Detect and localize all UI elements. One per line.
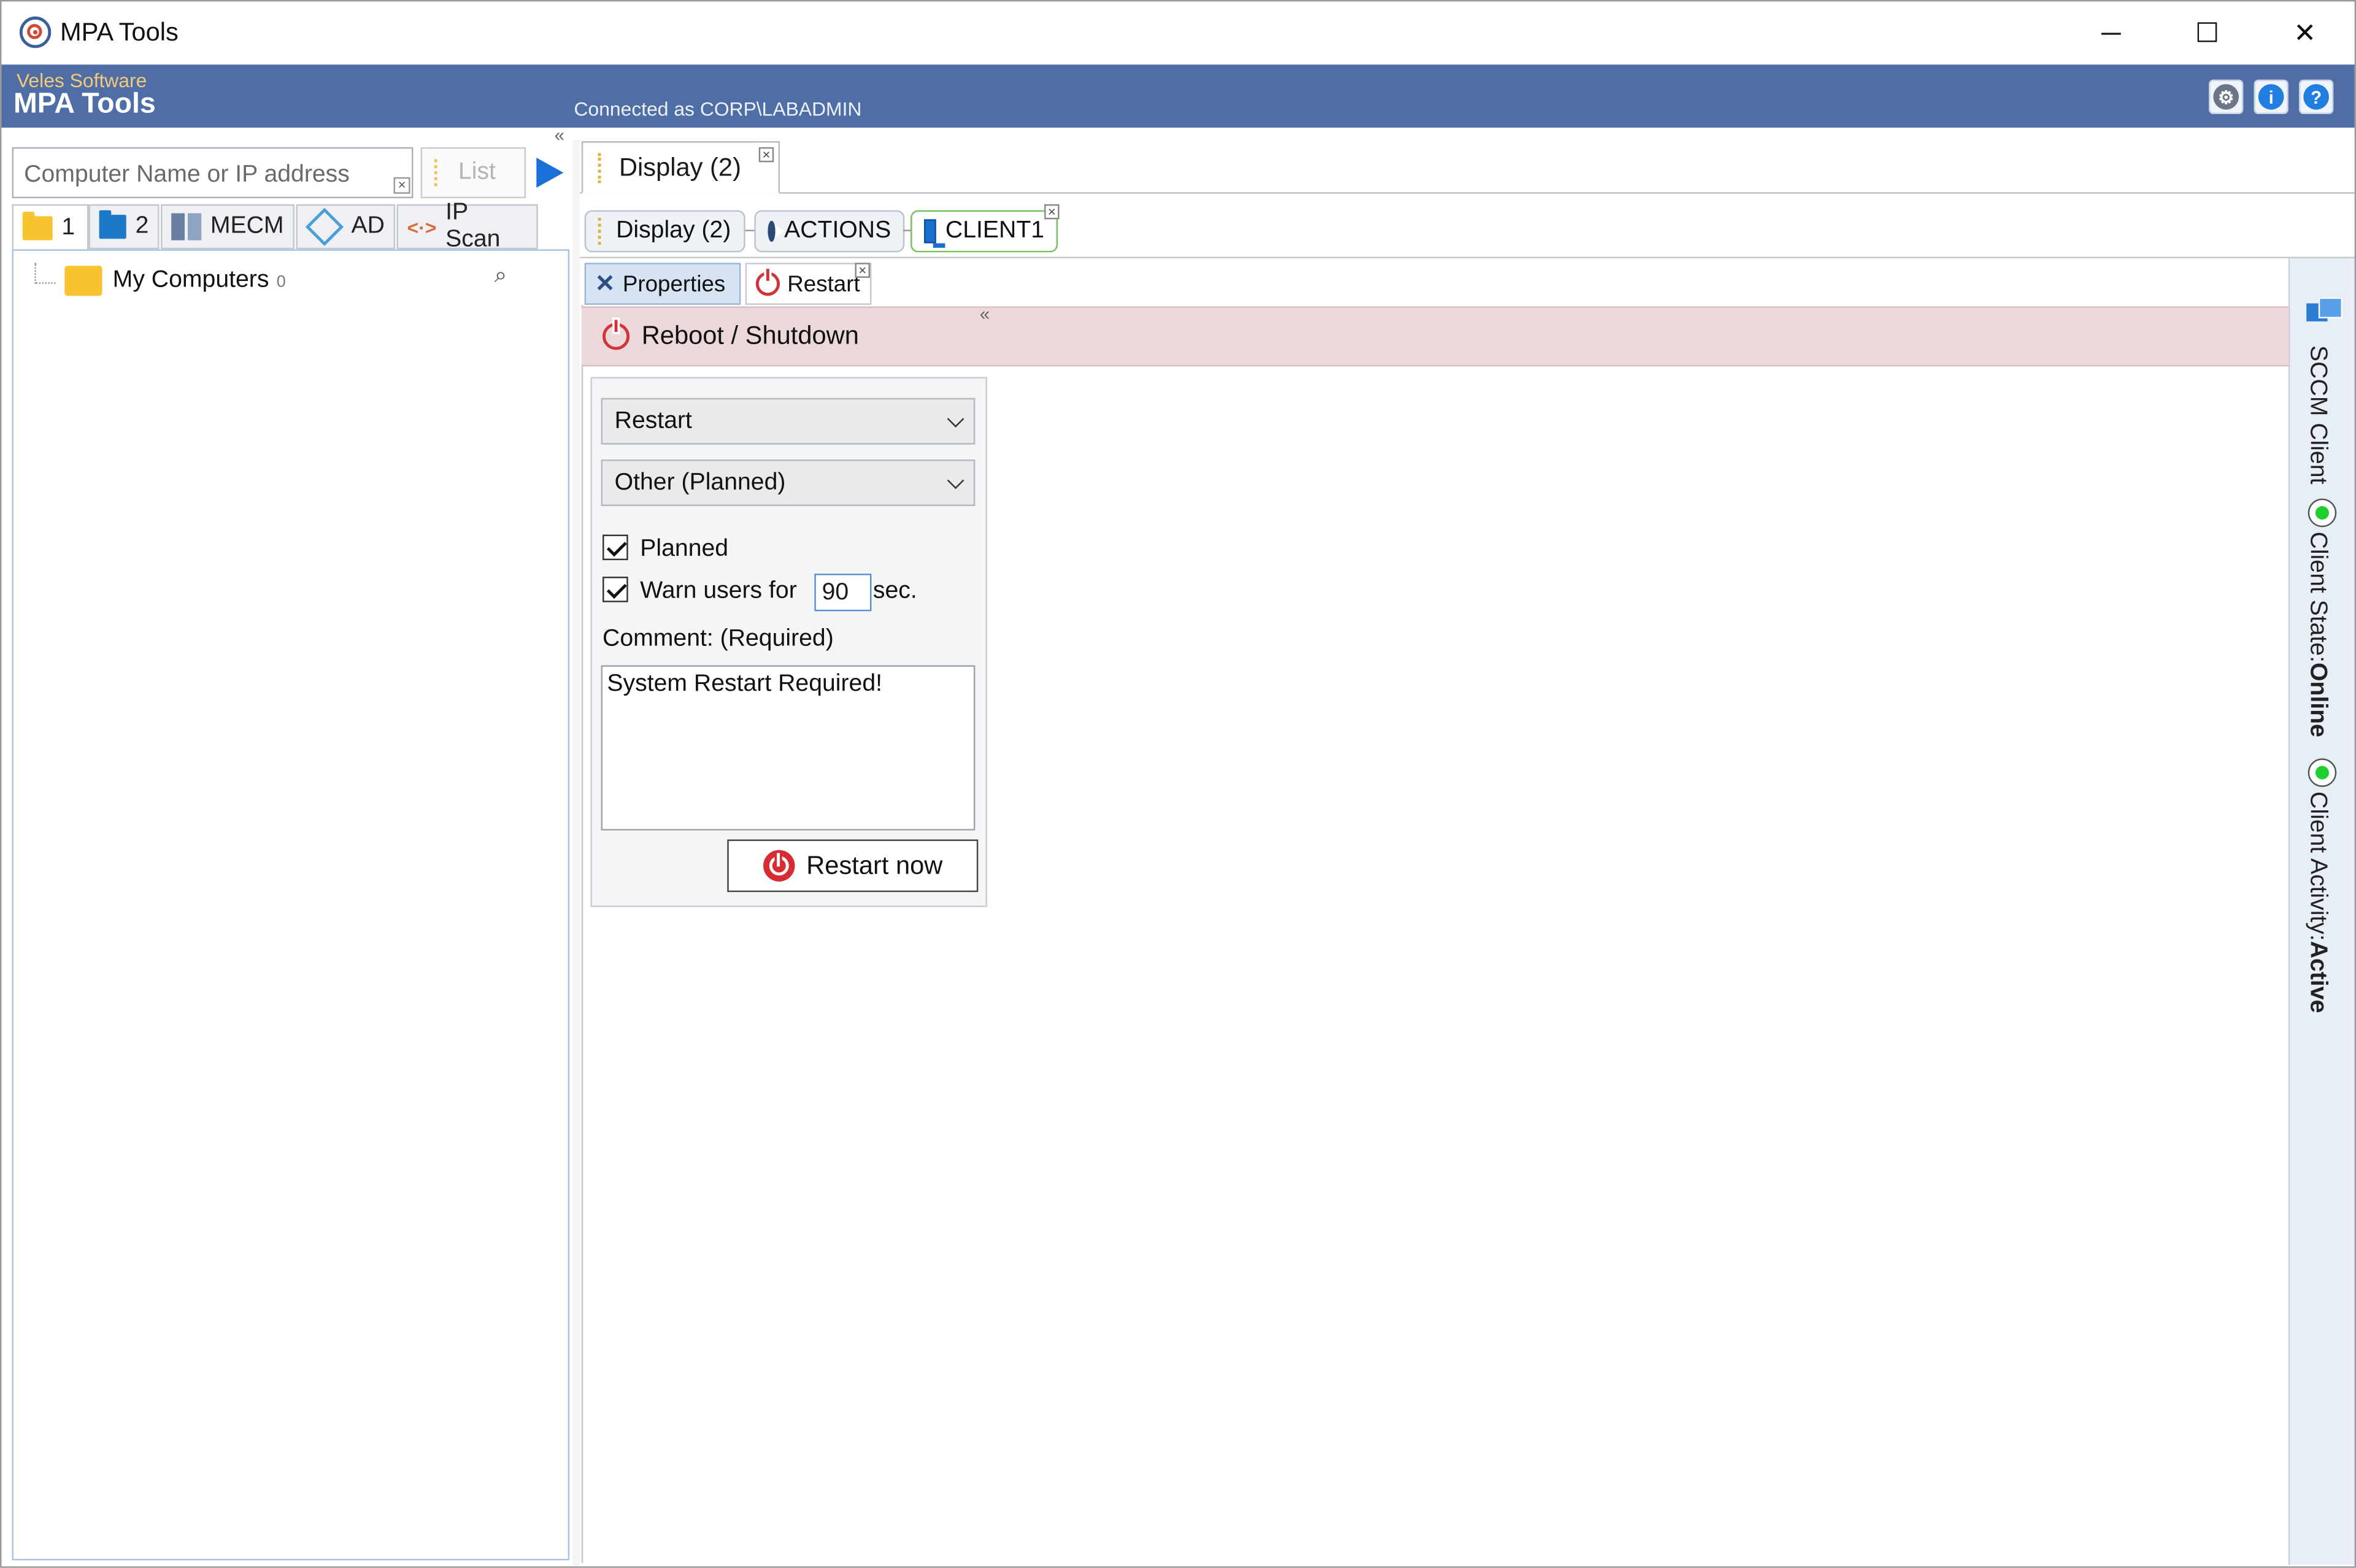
app-logo-icon [19, 16, 52, 48]
computer-tree-panel: My Computers 0 ⌕ [12, 249, 570, 1561]
client-activity: Client Activity:Active [2303, 791, 2331, 1013]
tab-folder-1[interactable]: 1 [12, 204, 89, 251]
sccm-icon [2306, 297, 2343, 328]
power-icon [755, 269, 780, 296]
document-tab-strip [580, 139, 2355, 194]
chevron-down-icon [947, 410, 964, 428]
tab-properties[interactable]: ✕ Properties [584, 263, 741, 305]
tree-item-label: My Computers [112, 267, 269, 293]
computer-search-input[interactable] [21, 152, 388, 200]
list-icon [434, 159, 444, 186]
tab-display-label: Display (2) [618, 152, 741, 181]
list-icon [598, 152, 607, 183]
action-select-value: Restart [614, 407, 692, 434]
tab-ip-scan[interactable]: <·> IP Scan [396, 200, 538, 252]
crumb-label: CLIENT1 [945, 217, 1045, 244]
close-window-button[interactable]: ✕ [2257, 1, 2353, 64]
close-subtab-button[interactable]: × [855, 263, 870, 278]
gear-icon[interactable]: ⚙ [2209, 79, 2244, 115]
crumb-display[interactable]: Display (2) [584, 210, 745, 253]
crumb-client1[interactable]: CLIENT1 × [910, 204, 1060, 253]
power-icon [602, 320, 630, 350]
title-bar: MPA Tools ─ ☐ ✕ [1, 1, 2355, 65]
crumb-actions[interactable]: ACTIONS [754, 210, 905, 253]
panel-splitter[interactable] [572, 139, 580, 1567]
list-button-label: List [458, 159, 496, 185]
tab-label: IP Scan [445, 199, 501, 253]
tab-label: 1 [61, 213, 75, 240]
client-state-value: Online [2304, 662, 2331, 737]
section-header: Reboot / Shutdown [581, 306, 2289, 367]
tree-item-count: 0 [276, 273, 286, 291]
help-icon[interactable]: ? [2298, 79, 2334, 115]
tab-label: MECM [210, 213, 284, 239]
network-icon: <·> [407, 215, 437, 239]
seconds-unit-label: sec. [872, 578, 917, 604]
tab-label: Properties [622, 271, 726, 297]
action-select[interactable]: Restart [601, 398, 976, 445]
crumb-label: ACTIONS [784, 217, 891, 244]
reason-select[interactable]: Other (Planned) [601, 459, 976, 506]
tab-ad[interactable]: AD [296, 204, 396, 250]
tools-icon: ✕ [595, 272, 615, 298]
client-state: Client State:Online [2303, 531, 2331, 737]
active-directory-icon [305, 207, 344, 246]
tab-label: 2 [135, 213, 149, 239]
computer-icon [924, 219, 945, 248]
actions-icon [768, 220, 785, 242]
status-active-icon [2308, 758, 2337, 787]
client-state-label: Client State: [2304, 531, 2331, 663]
play-icon [536, 158, 564, 188]
maximize-button[interactable]: ☐ [2159, 1, 2255, 64]
minimize-button[interactable]: ─ [2063, 1, 2159, 64]
go-button[interactable] [529, 147, 571, 198]
planned-checkbox[interactable] [602, 534, 628, 561]
computer-search-box: × [12, 147, 414, 200]
folder-icon [64, 266, 102, 296]
info-icon[interactable]: i [2254, 79, 2289, 115]
reason-select-value: Other (Planned) [614, 469, 786, 495]
folder-blue-icon [99, 210, 126, 239]
tree-item-my-computers[interactable]: My Computers 0 [113, 267, 286, 294]
chevron-down-icon [947, 472, 964, 490]
client-activity-label: Client Activity: [2304, 791, 2331, 941]
tab-mecm[interactable]: MECM [161, 204, 295, 250]
close-crumb-button[interactable]: × [1044, 204, 1060, 220]
comment-textarea[interactable]: System Restart Required! [601, 665, 976, 831]
crumb-connector [745, 229, 755, 231]
list-icon [598, 217, 607, 245]
restart-now-label: Restart now [806, 850, 943, 880]
app-window: MPA Tools ─ ☐ ✕ Veles Software MPA Tools… [0, 0, 2356, 1568]
client-activity-value: Active [2304, 940, 2331, 1013]
tree-connector [34, 263, 56, 284]
tab-label: AD [351, 213, 385, 239]
tab-restart[interactable]: Restart × [745, 263, 872, 305]
search-icon[interactable]: ⌕ [495, 263, 507, 288]
window-title: MPA Tools [60, 18, 179, 47]
warn-seconds-input[interactable]: 90 [814, 574, 872, 612]
collapse-section-button[interactable]: « [980, 303, 990, 324]
server-icon [171, 213, 202, 240]
connection-status: Connected as CORP\LABADMIN [574, 98, 862, 120]
collapse-left-panel-button[interactable]: « [555, 125, 564, 145]
tab-folder-2[interactable]: 2 [88, 204, 160, 250]
status-online-icon [2308, 498, 2337, 528]
crumb-label: Display (2) [616, 217, 731, 244]
app-header: Veles Software MPA Tools Connected as CO… [1, 64, 2355, 128]
planned-label: Planned [640, 536, 729, 562]
tab-label: Restart [787, 271, 860, 297]
warn-users-label: Warn users for [640, 578, 797, 604]
restart-now-button[interactable]: Restart now [727, 839, 979, 893]
tab-display[interactable]: Display (2) × [581, 141, 780, 194]
close-tab-button[interactable]: × [758, 147, 774, 163]
power-icon [763, 850, 795, 882]
section-title: Reboot / Shutdown [641, 321, 859, 350]
warn-users-checkbox[interactable] [602, 577, 628, 602]
comment-label: Comment: (Required) [602, 626, 834, 652]
brand-title: MPA Tools [13, 88, 156, 120]
list-button[interactable]: List [420, 147, 526, 199]
folder-yellow-icon [22, 210, 53, 240]
sccm-client-title: SCCM Client [2304, 345, 2331, 485]
clear-search-button[interactable]: × [393, 177, 410, 194]
